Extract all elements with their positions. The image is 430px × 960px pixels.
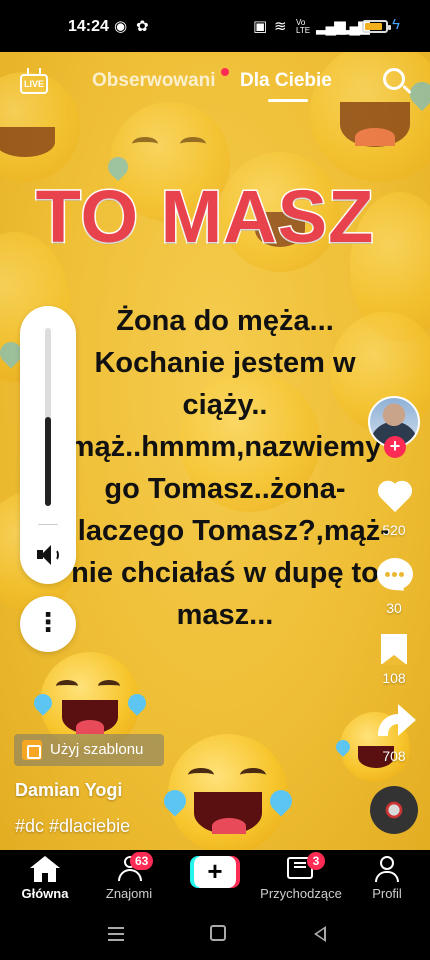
use-template-button[interactable]: Użyj szablonu xyxy=(14,734,164,766)
speaker-icon[interactable] xyxy=(37,544,61,566)
comment-icon[interactable] xyxy=(377,558,413,590)
friends-badge: 63 xyxy=(130,852,154,870)
template-icon xyxy=(22,740,42,760)
back-icon[interactable] xyxy=(314,926,326,942)
system-nav-bar xyxy=(0,910,430,960)
nav-friends[interactable]: 63 Znajomi xyxy=(84,850,174,910)
recent-apps-icon[interactable] xyxy=(108,927,124,941)
save-count: 108 xyxy=(382,670,406,686)
volume-slider-fill xyxy=(45,417,51,506)
laughing-emoji xyxy=(159,734,297,850)
live-label: LIVE xyxy=(20,74,48,94)
nav-home-label: Główna xyxy=(21,886,69,901)
home-square-icon[interactable] xyxy=(210,925,226,941)
tab-following[interactable]: Obserwowani xyxy=(92,70,216,92)
network-label: Vo LTE xyxy=(296,18,311,35)
notification-icon: ✿ xyxy=(136,18,149,35)
comment-count: 30 xyxy=(386,600,402,616)
active-tab-indicator xyxy=(268,99,308,102)
new-content-dot xyxy=(221,68,229,76)
bottom-nav: Główna 63 Znajomi + 3 Przychodzące Profi… xyxy=(0,850,430,910)
author-name[interactable]: Damian Yogi xyxy=(15,780,122,801)
status-bar: 14:24 ◉ ✿ ▣ ≋ Vo LTE ▂▄▆ ▂▄▆ ϟ xyxy=(0,0,430,52)
like-count: 520 xyxy=(382,522,406,538)
nav-profile-label: Profil xyxy=(372,886,402,901)
video-joke-text: Żona do męża... Kochanie jestem w ciąży.… xyxy=(60,305,390,631)
use-template-label: Użyj szablonu xyxy=(50,741,144,758)
profile-icon xyxy=(374,856,400,882)
status-time: 14:24 xyxy=(68,18,109,35)
plus-icon: + xyxy=(194,856,236,888)
share-arrow-icon[interactable] xyxy=(378,700,418,736)
volume-slider[interactable] xyxy=(45,328,51,506)
charging-icon: ϟ xyxy=(392,16,400,33)
tab-for-you[interactable]: Dla Ciebie xyxy=(240,70,332,92)
home-icon xyxy=(30,856,60,882)
create-button[interactable]: + xyxy=(190,856,240,888)
volume-panel[interactable] xyxy=(20,306,76,584)
wifi-icon: ≋ xyxy=(274,18,287,35)
nav-friends-label: Znajomi xyxy=(105,886,153,901)
inbox-badge: 3 xyxy=(307,852,325,870)
chrome-icon: ◉ xyxy=(114,18,128,35)
video-headline: TO MASZ xyxy=(34,174,375,260)
nfc-icon: ▣ xyxy=(253,18,268,35)
nav-home[interactable]: Główna xyxy=(0,850,90,910)
follow-button[interactable]: + xyxy=(384,436,406,458)
more-options-button[interactable]: ⋮ xyxy=(20,596,76,652)
divider xyxy=(38,524,58,525)
live-button[interactable]: LIVE xyxy=(18,68,50,98)
share-count: 708 xyxy=(382,748,406,764)
like-heart-icon[interactable] xyxy=(376,480,414,516)
music-disc-icon[interactable] xyxy=(370,786,418,834)
nav-profile[interactable]: Profil xyxy=(342,850,430,910)
hashtags[interactable]: #dc #dlaciebie xyxy=(15,816,130,837)
nav-inbox[interactable]: 3 Przychodzące xyxy=(256,850,346,910)
bookmark-icon[interactable] xyxy=(381,634,407,665)
battery-icon xyxy=(362,20,391,33)
nav-inbox-label: Przychodzące xyxy=(260,886,342,901)
search-icon[interactable] xyxy=(383,68,413,98)
